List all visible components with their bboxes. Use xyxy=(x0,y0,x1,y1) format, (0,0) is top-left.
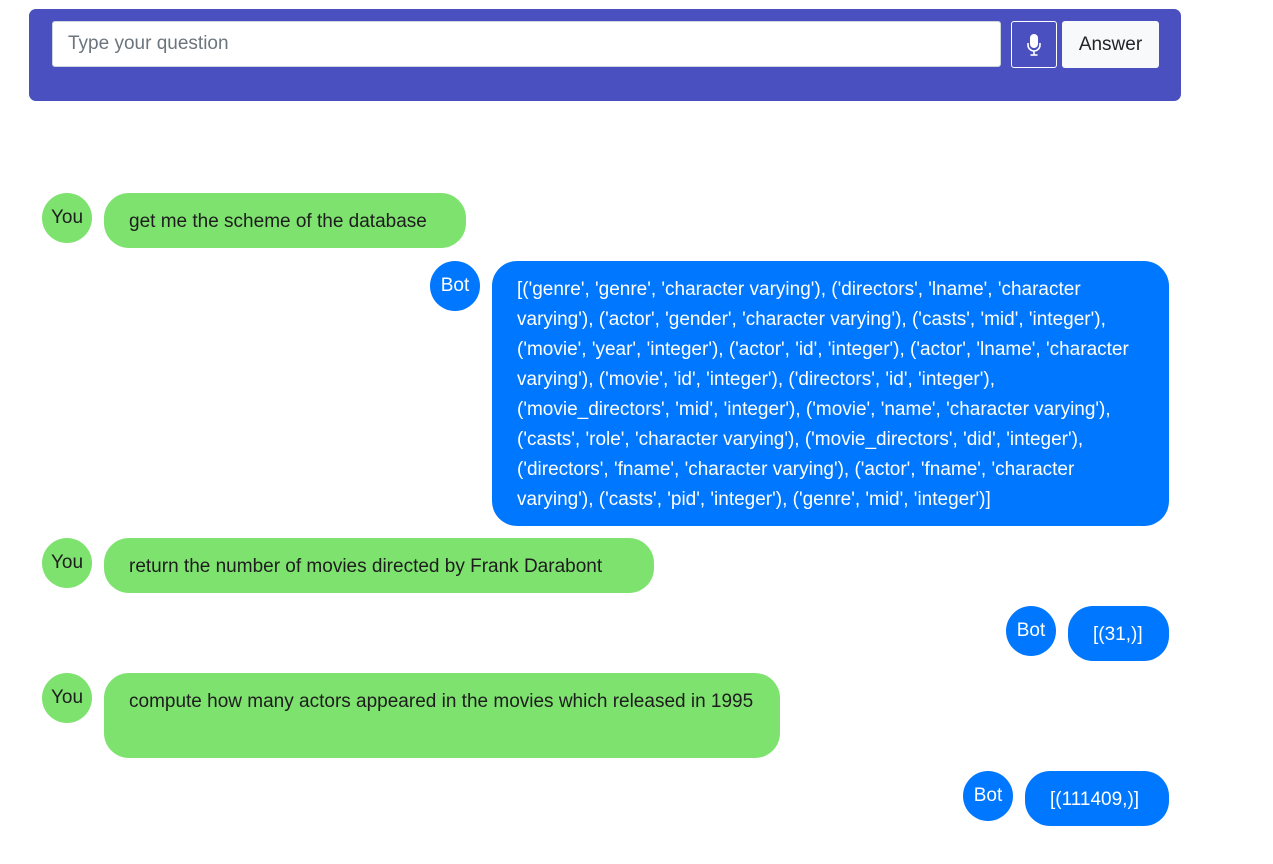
question-bar: Answer xyxy=(29,9,1181,101)
bot-message: [(31,)] xyxy=(1068,606,1169,661)
user-message: compute how many actors appeared in the … xyxy=(104,673,780,758)
mic-button[interactable] xyxy=(1011,21,1057,68)
answer-button[interactable]: Answer xyxy=(1062,21,1159,68)
user-message: get me the scheme of the database xyxy=(104,193,466,248)
bot-message: [(111409,)] xyxy=(1025,771,1169,826)
bot-message: [('genre', 'genre', 'character varying')… xyxy=(492,261,1169,526)
user-avatar: You xyxy=(42,673,92,723)
user-avatar: You xyxy=(42,193,92,243)
microphone-icon xyxy=(1027,33,1041,56)
question-input[interactable] xyxy=(52,21,1001,67)
bot-avatar: Bot xyxy=(430,261,480,311)
user-message: return the number of movies directed by … xyxy=(104,538,654,593)
bot-avatar: Bot xyxy=(963,771,1013,821)
user-avatar: You xyxy=(42,538,92,588)
bot-avatar: Bot xyxy=(1006,606,1056,656)
